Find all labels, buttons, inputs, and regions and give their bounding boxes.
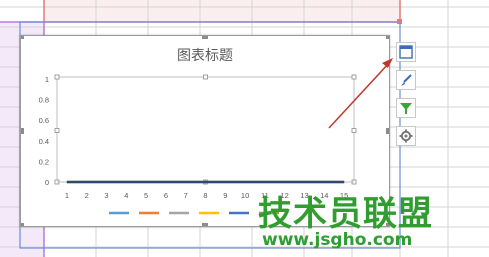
selection-handle [397,19,402,24]
x-tick-label: 2 [85,191,89,200]
x-tick-label: 1 [65,191,69,200]
chart-settings-gear-icon [399,129,413,143]
chart-resize-handle [21,223,24,226]
plot-area-handle [351,74,357,80]
x-tick-label: 5 [144,191,148,200]
chart-resize-handle [21,128,24,134]
y-tick-label: 0.4 [39,137,49,146]
chart-settings-button[interactable] [396,126,416,146]
watermark-url: www.jsgho.com [262,230,413,250]
x-tick-label: 7 [184,191,188,200]
selected-range-top [44,0,400,22]
chart-styles-brush-icon [401,74,412,86]
chart-styles-button[interactable] [396,70,416,90]
y-tick-label: 0.2 [39,157,49,166]
x-tick-label: 4 [124,191,128,200]
y-tick-label: 0.6 [39,116,49,125]
chart-resize-handle [21,36,24,39]
chart-filter-button[interactable] [396,98,416,118]
chart-elements-button[interactable] [396,42,416,62]
chart-resize-handle [202,223,208,226]
x-tick-label: 10 [241,191,249,200]
y-tick-label: 0 [45,178,49,187]
x-tick-label: 6 [164,191,168,200]
plot-area-handle [203,74,208,80]
chart-filter-icon [400,103,412,114]
x-tick-label: 8 [203,191,207,200]
chart-title: 图表标题 [177,48,233,64]
watermark-title: 技术员联盟 [258,194,433,234]
plot-area-frame [56,76,355,183]
x-tick-label: 3 [104,191,108,200]
chart-resize-handle [386,36,389,39]
plot-area-handle [54,74,60,80]
y-tick-label: 1 [45,75,49,84]
x-tick-label: 9 [223,191,227,200]
chart-elements-icon [399,45,413,59]
plot-area-handle [351,128,357,133]
chart-resize-handle [386,128,389,134]
chart-resize-handle [202,36,208,39]
y-tick-label: 0.8 [39,96,49,105]
plot-area-handle [54,128,60,133]
